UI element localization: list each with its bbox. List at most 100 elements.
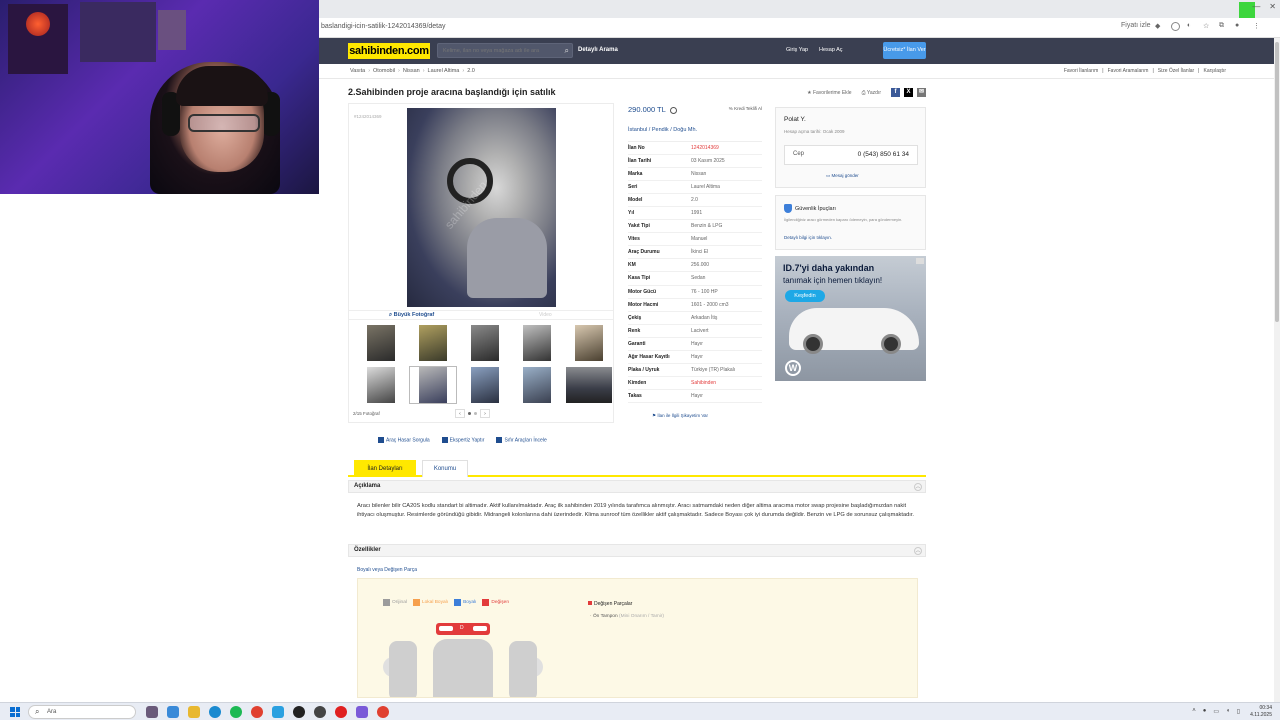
url-text[interactable]: baslandigi-icin-satilik-1242014369/detay [321, 23, 446, 30]
chevron-up-icon[interactable]: ︿ [914, 483, 922, 491]
damage-query-link[interactable]: Araç Hasar Sorgula [378, 437, 430, 443]
site-logo[interactable]: sahibinden.com [348, 43, 430, 59]
register-link[interactable]: Hesap Aç [819, 47, 843, 53]
edge-icon[interactable] [209, 706, 221, 718]
spotify-icon[interactable] [230, 706, 242, 718]
star-icon[interactable]: ☆ [1203, 22, 1209, 30]
detailed-search-link[interactable]: Detaylı Arama [578, 47, 618, 53]
photo-thumbnail[interactable] [357, 366, 405, 404]
breadcrumb-item[interactable]: Vasıta [350, 68, 365, 74]
chevron-up-icon[interactable]: ︿ [914, 547, 922, 555]
big-photo-button[interactable]: ⌕ Büyük Fotoğraf [389, 312, 434, 319]
folder-icon[interactable] [188, 706, 200, 718]
credit-offer-link[interactable]: % Kredi Teklifi Al [729, 106, 762, 111]
hood-part[interactable] [433, 639, 493, 697]
spec-value[interactable]: 1242014369 [691, 145, 719, 151]
photo-thumbnail[interactable] [513, 366, 561, 404]
app-icon[interactable] [146, 706, 158, 718]
fender-left-part[interactable] [389, 641, 417, 697]
taskbar-search[interactable]: ⌕ Ara [28, 705, 136, 719]
profile-icon[interactable]: ● [1235, 22, 1239, 29]
app-icon[interactable] [314, 706, 326, 718]
main-photo[interactable]: sahibinden [407, 108, 556, 307]
volume-icon[interactable]: ◖ [1226, 708, 1230, 715]
phone-box[interactable]: Cep 0 (543) 850 61 34 [784, 145, 918, 165]
app-icon[interactable] [272, 706, 284, 718]
tab-konumu[interactable]: Konumu [422, 460, 468, 477]
safety-link[interactable]: Detaylı bilgi için tıklayın. [784, 235, 832, 240]
front-bumper-part[interactable]: D [436, 623, 490, 635]
page-scrollbar[interactable] [1274, 38, 1280, 702]
microphone-icon[interactable]: ● [1203, 708, 1207, 715]
lens-icon[interactable] [1171, 22, 1180, 33]
next-page-button[interactable]: › [480, 409, 490, 418]
x-icon[interactable]: X [904, 88, 913, 97]
page-dot[interactable] [474, 412, 477, 415]
prev-page-button[interactable]: ‹ [455, 409, 465, 418]
price-watch-label[interactable]: Fiyatı izle [1121, 22, 1151, 29]
breadcrumb-item[interactable]: Laurel Altima [428, 68, 460, 74]
breadcrumb-item[interactable]: Otomobil [373, 68, 395, 74]
expertise-link[interactable]: Ekspertiz Yaptır [441, 437, 484, 443]
scrollbar-thumb[interactable] [1275, 42, 1279, 322]
photo-thumbnail[interactable] [461, 324, 509, 362]
send-message-link[interactable]: ▭ Mesaj gönder [826, 173, 859, 179]
post-ad-button[interactable]: Ücretsiz* İlan Ver [883, 42, 926, 59]
description-header[interactable]: Açıklama ︿ [348, 480, 926, 493]
login-link[interactable]: Giriş Yap [786, 47, 808, 53]
address-bar[interactable]: baslandigi-icin-satilik-1242014369/detay… [319, 18, 1280, 38]
chrome-icon[interactable] [251, 706, 263, 718]
adchoices-icon[interactable] [916, 258, 924, 264]
search-input[interactable] [438, 44, 548, 57]
search-icon[interactable]: ⌕ [565, 46, 569, 56]
opera-icon[interactable] [335, 706, 347, 718]
ad-cta-button[interactable]: Keşfedin [785, 290, 825, 302]
add-favorite-button[interactable]: ★ Favorilerime Ekle [807, 90, 852, 96]
fender-right-part[interactable] [509, 641, 537, 697]
chrome-icon[interactable] [377, 706, 389, 718]
seller-name[interactable]: Polat Y. [784, 116, 806, 123]
print-button[interactable]: ⎙ Yazdır [862, 90, 881, 96]
tag-icon[interactable]: ◆ [1155, 22, 1160, 30]
photo-thumbnail[interactable] [513, 324, 561, 362]
windows-start-icon[interactable] [10, 707, 20, 717]
menu-icon[interactable]: ⋮ [1253, 22, 1260, 30]
search-box[interactable]: ⌕ [437, 43, 573, 58]
extensions-icon[interactable]: ⧉ [1219, 22, 1224, 30]
location[interactable]: İstanbul / Pendik / Doğu Mh. [628, 127, 762, 142]
photo-thumbnail[interactable] [565, 324, 613, 362]
tab-ilan-detaylari[interactable]: İlan Detayları [354, 460, 416, 477]
app-icon[interactable] [167, 706, 179, 718]
chevron-up-icon[interactable]: ˄ [1192, 708, 1196, 715]
photo-thumbnail[interactable] [357, 324, 405, 362]
compare-link[interactable]: Karşılaştır [1203, 68, 1226, 74]
price-history-icon[interactable] [669, 106, 677, 114]
video-button[interactable]: Video [539, 312, 552, 318]
battery-icon[interactable]: ▯ [1237, 708, 1240, 715]
app-icon[interactable] [293, 706, 305, 718]
photo-thumbnail[interactable] [409, 324, 457, 362]
window-controls[interactable]: — ✕ [1252, 2, 1276, 11]
special-listings-link[interactable]: Size Özel İlanlar [1158, 68, 1194, 74]
breadcrumb-item[interactable]: 2.0 [467, 68, 475, 74]
phone-number[interactable]: 0 (543) 850 61 34 [858, 151, 909, 158]
new-cars-link[interactable]: Sıfır Araçları İncele [496, 437, 547, 443]
fav-listings-link[interactable]: Favori İlanlarım [1064, 68, 1098, 74]
photo-thumbnail[interactable] [461, 366, 509, 404]
breadcrumb-item[interactable]: Nissan [403, 68, 420, 74]
display-icon[interactable]: ▭ [1213, 708, 1219, 715]
clock[interactable]: 00:34 4.11.2025 [1250, 705, 1272, 719]
report-link[interactable]: ⚑ İlan ile İlgili Şikayetim Var [652, 413, 708, 419]
email-icon[interactable]: ✉ [917, 88, 926, 97]
discord-icon[interactable] [356, 706, 368, 718]
share-icon[interactable]: ◐ [1187, 22, 1191, 29]
facebook-icon[interactable]: f [891, 88, 900, 97]
spec-value[interactable]: Sahibinden [691, 380, 716, 386]
spec-key: Motor Gücü [628, 288, 657, 295]
ad-banner[interactable]: ID.7'yi daha yakından tanımak için hemen… [775, 256, 926, 381]
page-dot[interactable] [468, 412, 471, 415]
features-header[interactable]: Özellikler ︿ [348, 544, 926, 557]
fav-searches-link[interactable]: Favori Aramalarım [1108, 68, 1149, 74]
photo-thumbnail-active[interactable] [409, 366, 457, 404]
photo-thumbnail[interactable] [565, 366, 613, 404]
